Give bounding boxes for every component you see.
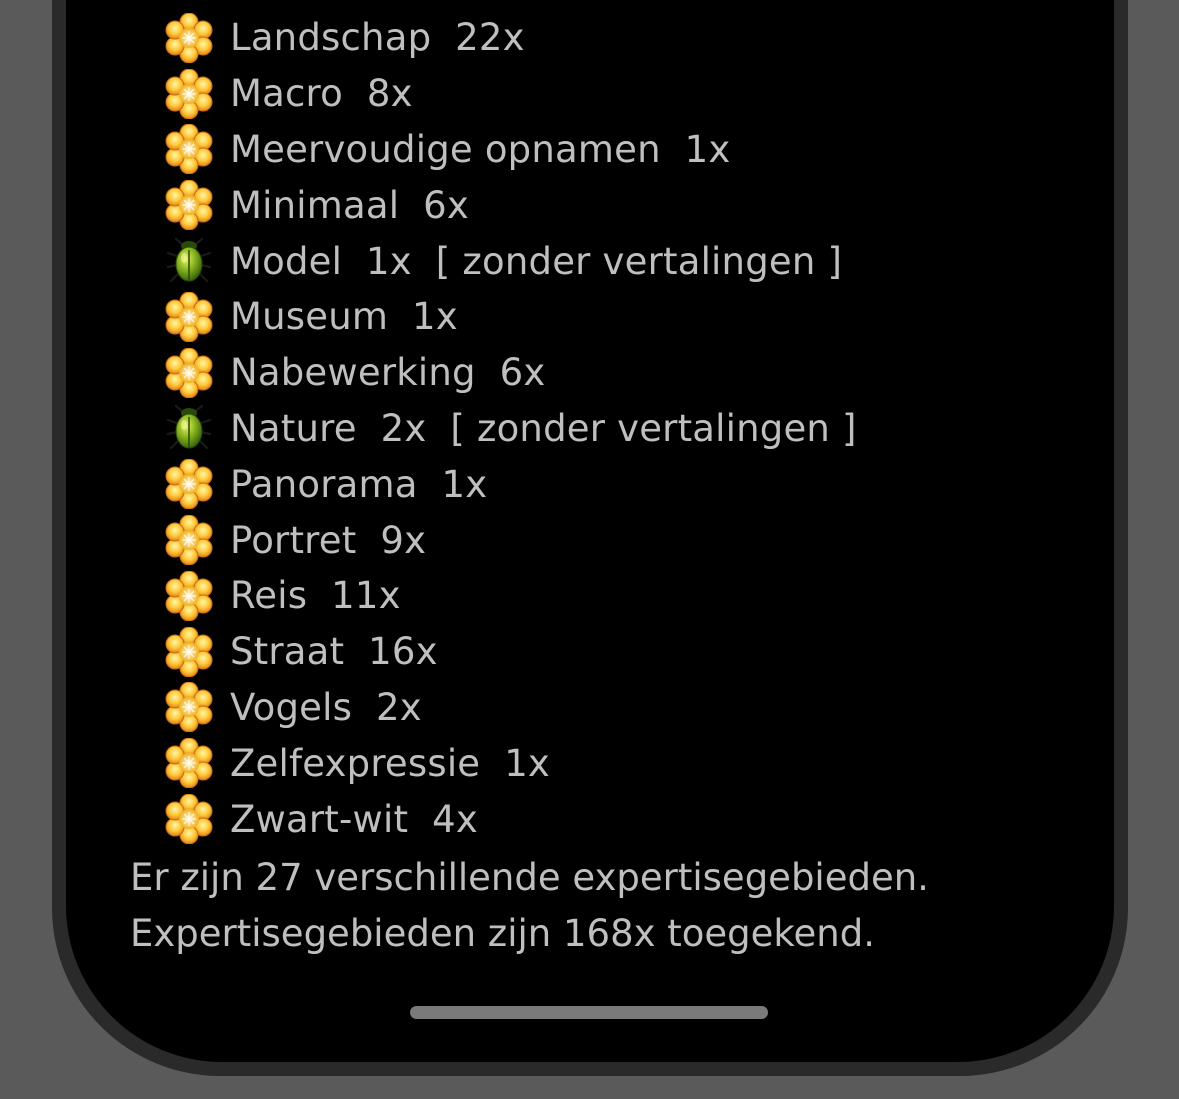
home-indicator[interactable] [410,1006,768,1019]
expertise-list: Landschap 22x Macro 8x Meervoudige opnam… [164,10,857,847]
list-item-label: Nature 2x [230,406,427,450]
beetle-icon [164,236,214,286]
list-item: Model 1x [ zonder vertalingen ] [164,233,857,289]
list-item-label: Model 1x [230,239,412,283]
list-item: Nabewerking 6x [164,345,857,401]
list-item-label: Meervoudige opnamen 1x [230,127,731,171]
list-item-label: Portret 9x [230,518,427,562]
flower-icon [164,738,214,788]
list-item-label: Reis 11x [230,574,401,618]
list-item: Museum 1x [164,289,857,345]
list-item: Panorama 1x [164,456,857,512]
summary-total-count: Expertisegebieden zijn 168x toegekend. [130,912,876,955]
flower-icon [164,459,214,509]
list-item: Minimaal 6x [164,177,857,233]
list-item-label: Straat 16x [230,630,438,674]
flower-icon [164,515,214,565]
flower-icon [164,682,214,732]
flower-icon [164,180,214,230]
beetle-icon [164,403,214,453]
list-item-label: Vogels 2x [230,685,422,729]
list-item-label: Panorama 1x [230,462,488,506]
list-item-label: Macro 8x [230,72,413,116]
list-item: Zelfexpressie 1x [164,735,857,791]
list-item-label: Nabewerking 6x [230,351,546,395]
list-item: Reis 11x [164,568,857,624]
list-item: Meervoudige opnamen 1x [164,122,857,178]
flower-icon [164,794,214,844]
translation-status: [ zonder vertalingen ] [450,406,857,450]
list-item: Zwart-wit 4x [164,791,857,847]
phone-screen: Landschap 22x Macro 8x Meervoudige opnam… [66,0,1114,1062]
list-item-label: Minimaal 6x [230,183,469,227]
list-item: Landschap 22x [164,10,857,66]
summary: Er zijn 27 verschillende expertisegebied… [130,850,929,962]
list-item: Portret 9x [164,512,857,568]
flower-icon [164,124,214,174]
flower-icon [164,292,214,342]
flower-icon [164,571,214,621]
list-item: Straat 16x [164,624,857,680]
list-item-label: Zwart-wit 4x [230,797,478,841]
flower-icon [164,627,214,677]
list-item-label: Museum 1x [230,295,458,339]
translation-status: [ zonder vertalingen ] [435,239,843,283]
list-item: Macro 8x [164,66,857,122]
list-item-label: Zelfexpressie 1x [230,741,551,785]
flower-icon [164,69,214,119]
summary-distinct-count: Er zijn 27 verschillende expertisegebied… [130,856,929,899]
list-item-label: Landschap 22x [230,16,525,60]
flower-icon [164,13,214,63]
list-item: Nature 2x [ zonder vertalingen ] [164,401,857,457]
list-item: Vogels 2x [164,680,857,736]
flower-icon [164,348,214,398]
